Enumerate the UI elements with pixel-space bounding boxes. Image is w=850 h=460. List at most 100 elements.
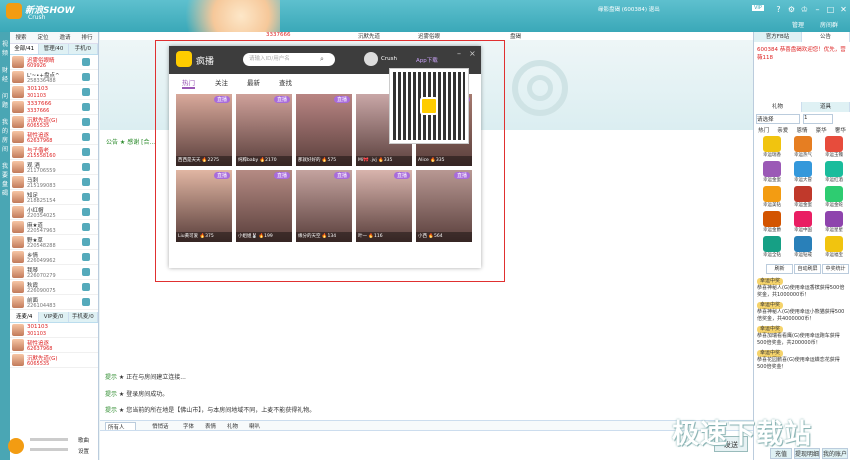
font-button[interactable]: 字体	[183, 422, 194, 430]
mic-volume-slider[interactable]	[30, 448, 68, 451]
tab-all[interactable]: 全部/41	[10, 44, 40, 54]
maximize-icon[interactable]: □	[825, 4, 836, 15]
gift-button[interactable]: 礼物	[227, 422, 238, 430]
nav-my-room[interactable]: 我的房间	[0, 118, 10, 154]
tab-official[interactable]: 官方FB站	[754, 32, 802, 42]
user-list-item[interactable]: L'~•+盘点^ 258336488	[10, 70, 98, 85]
tab-mic[interactable]: 连麦/4	[10, 312, 40, 322]
app-download-link[interactable]: App下载	[416, 56, 438, 64]
auto-scroll-button[interactable]: 自动刷屏	[794, 264, 821, 274]
tab-vip-mic[interactable]: VIP麦/0	[39, 312, 69, 322]
skin-icon[interactable]: ♔	[799, 4, 810, 15]
user-list-item[interactable]: 乡情 226049962	[10, 250, 98, 265]
prize-stats-button[interactable]: 中奖统计	[822, 264, 849, 274]
tab-mobile[interactable]: 手机/0	[69, 44, 98, 54]
live-tile[interactable]: 直播 缘分的天空 🔥134	[296, 170, 352, 242]
help-icon[interactable]: ?	[773, 4, 784, 15]
user-list-item[interactable]: 知足 218825154	[10, 190, 98, 205]
tab-find[interactable]: 查找	[279, 77, 292, 87]
user-list-item[interactable]: 观 酒 211706559	[10, 160, 98, 175]
manage-link[interactable]: 管理	[792, 20, 804, 29]
horn-button[interactable]: 喇叭	[249, 422, 260, 430]
settings-button[interactable]: 设置	[78, 447, 89, 455]
popup-minimize-icon[interactable]: –	[457, 49, 461, 58]
nav-my-panjie[interactable]: 我要盘碣	[0, 162, 10, 198]
volume-slider[interactable]	[30, 438, 68, 441]
user-list-item[interactable]: 麻★道 220547963	[10, 220, 98, 235]
user-list-item[interactable]: 小红帽 220354025	[10, 205, 98, 220]
nav-question[interactable]: 问题	[0, 92, 10, 110]
gift-item[interactable]: 幸运美钻	[758, 186, 786, 214]
live-tile[interactable]: 直播 纯粹baby 🔥2170	[236, 94, 292, 166]
room-group-link[interactable]: 房间群	[820, 20, 838, 29]
live-tile[interactable]: 直播 那就好好的 🔥575	[296, 94, 352, 166]
user-list-item[interactable]: 我琴 226070279	[10, 265, 98, 280]
emoji-button[interactable]: 表情	[205, 422, 216, 430]
gift-item[interactable]: 幸运中国	[789, 211, 817, 239]
user-list-item[interactable]: 与子偕老 215558160	[10, 145, 98, 160]
gift-item[interactable]: 幸运大冒	[789, 161, 817, 189]
user-list-item[interactable]: 沉默先道(G) 6065535	[10, 115, 98, 130]
quantity-dropdown[interactable]: 1	[803, 114, 833, 124]
tab-props[interactable]: 道具	[802, 102, 850, 112]
gift-item[interactable]: 幸运星星	[820, 211, 848, 239]
nav-finance[interactable]: 财经	[0, 66, 10, 84]
locate-button[interactable]: 定位	[32, 32, 54, 43]
live-tile[interactable]: 直播 小姐姐🐰 🔥199	[236, 170, 292, 242]
account-button[interactable]: 我的账户	[822, 448, 848, 459]
user-list-item[interactable]: 301103 301103	[10, 85, 98, 100]
user-list-item[interactable]: 迟雾俗眼睛 609926	[10, 55, 98, 70]
user-list-item[interactable]: 马刺 215199083	[10, 175, 98, 190]
gift-cat-love[interactable]: 亲爱	[777, 126, 788, 134]
recharge-button[interactable]: 充值	[770, 448, 792, 459]
user-list-item[interactable]: 3337666 3337666	[10, 100, 98, 115]
live-tile[interactable]: 直播 Liu黄可爱 🔥375	[176, 170, 232, 242]
user-list-item[interactable]: 韧性追逐 62637968	[10, 130, 98, 145]
invite-button[interactable]: 邀请	[54, 32, 76, 43]
gift-cat-deluxe[interactable]: 豪华	[816, 126, 827, 134]
popup-username[interactable]: Crush	[381, 56, 397, 62]
gift-cat-luxury[interactable]: 奢华	[835, 126, 846, 134]
tab-hot[interactable]: 热门	[182, 77, 195, 89]
nav-video[interactable]: 视频	[0, 40, 10, 58]
popup-close-icon[interactable]: ×	[469, 49, 476, 58]
minimize-icon[interactable]: –	[812, 4, 823, 15]
gift-item[interactable]: 幸运金爵	[758, 211, 786, 239]
tab-notice[interactable]: 公告	[802, 32, 850, 42]
gift-item[interactable]: 幸运金蛋	[789, 186, 817, 214]
user-info[interactable]: 缘影盘碣 (600384) 退出	[598, 5, 660, 13]
gift-cat-hot[interactable]: 热门	[758, 126, 769, 134]
search-button[interactable]: 搜索	[10, 32, 32, 43]
tab-gifts[interactable]: 礼物	[754, 102, 802, 112]
close-icon[interactable]: ✕	[838, 4, 849, 15]
search-icon[interactable]: ⌕	[320, 55, 324, 64]
chat-input[interactable]	[100, 430, 753, 460]
tab-mobile-mic[interactable]: 手机麦/0	[69, 312, 98, 322]
live-tile[interactable]: 直播 叶一 🔥116	[356, 170, 412, 242]
mic-list-item[interactable]: 301103 301103	[10, 323, 98, 338]
mic-slot-4[interactable]: 盘碣	[510, 32, 521, 41]
gift-item[interactable]: 幸运全钻	[758, 236, 786, 264]
refresh-button[interactable]: 刷新	[766, 264, 793, 274]
gift-item[interactable]: 幸运钻戒	[789, 236, 817, 264]
gift-item[interactable]: 幸运瑞香	[758, 136, 786, 164]
whisper-checkbox[interactable]: 悄悄话	[152, 422, 169, 430]
gift-item[interactable]: 幸运金蛇	[820, 186, 848, 214]
tab-latest[interactable]: 最新	[247, 77, 260, 87]
gift-item[interactable]: 幸运金蛋	[758, 161, 786, 189]
song-button[interactable]: 歌曲	[78, 436, 89, 444]
recipient-dropdown[interactable]: 请选择	[756, 114, 800, 124]
gift-item[interactable]: 幸运福宝	[820, 236, 848, 264]
popup-avatar[interactable]	[364, 52, 378, 66]
mic-list-item[interactable]: 沉默先道(G) 6065535	[10, 353, 98, 368]
user-list-item[interactable]: 野★草 220548288	[10, 235, 98, 250]
user-list-item[interactable]: 秋霞 226090075	[10, 280, 98, 295]
gift-cat-grace[interactable]: 恩情	[796, 126, 807, 134]
tab-manager[interactable]: 管理/40	[39, 44, 69, 54]
gift-item[interactable]: 幸运热气	[789, 136, 817, 164]
gift-item[interactable]: 幸运玉镯	[820, 136, 848, 164]
tab-follow[interactable]: 关注	[215, 77, 228, 87]
user-list-item[interactable]: 前面 226104483	[10, 295, 98, 310]
gift-item[interactable]: 幸运红酒	[820, 161, 848, 189]
live-tile[interactable]: 直播 西西是天天 🔥2275	[176, 94, 232, 166]
